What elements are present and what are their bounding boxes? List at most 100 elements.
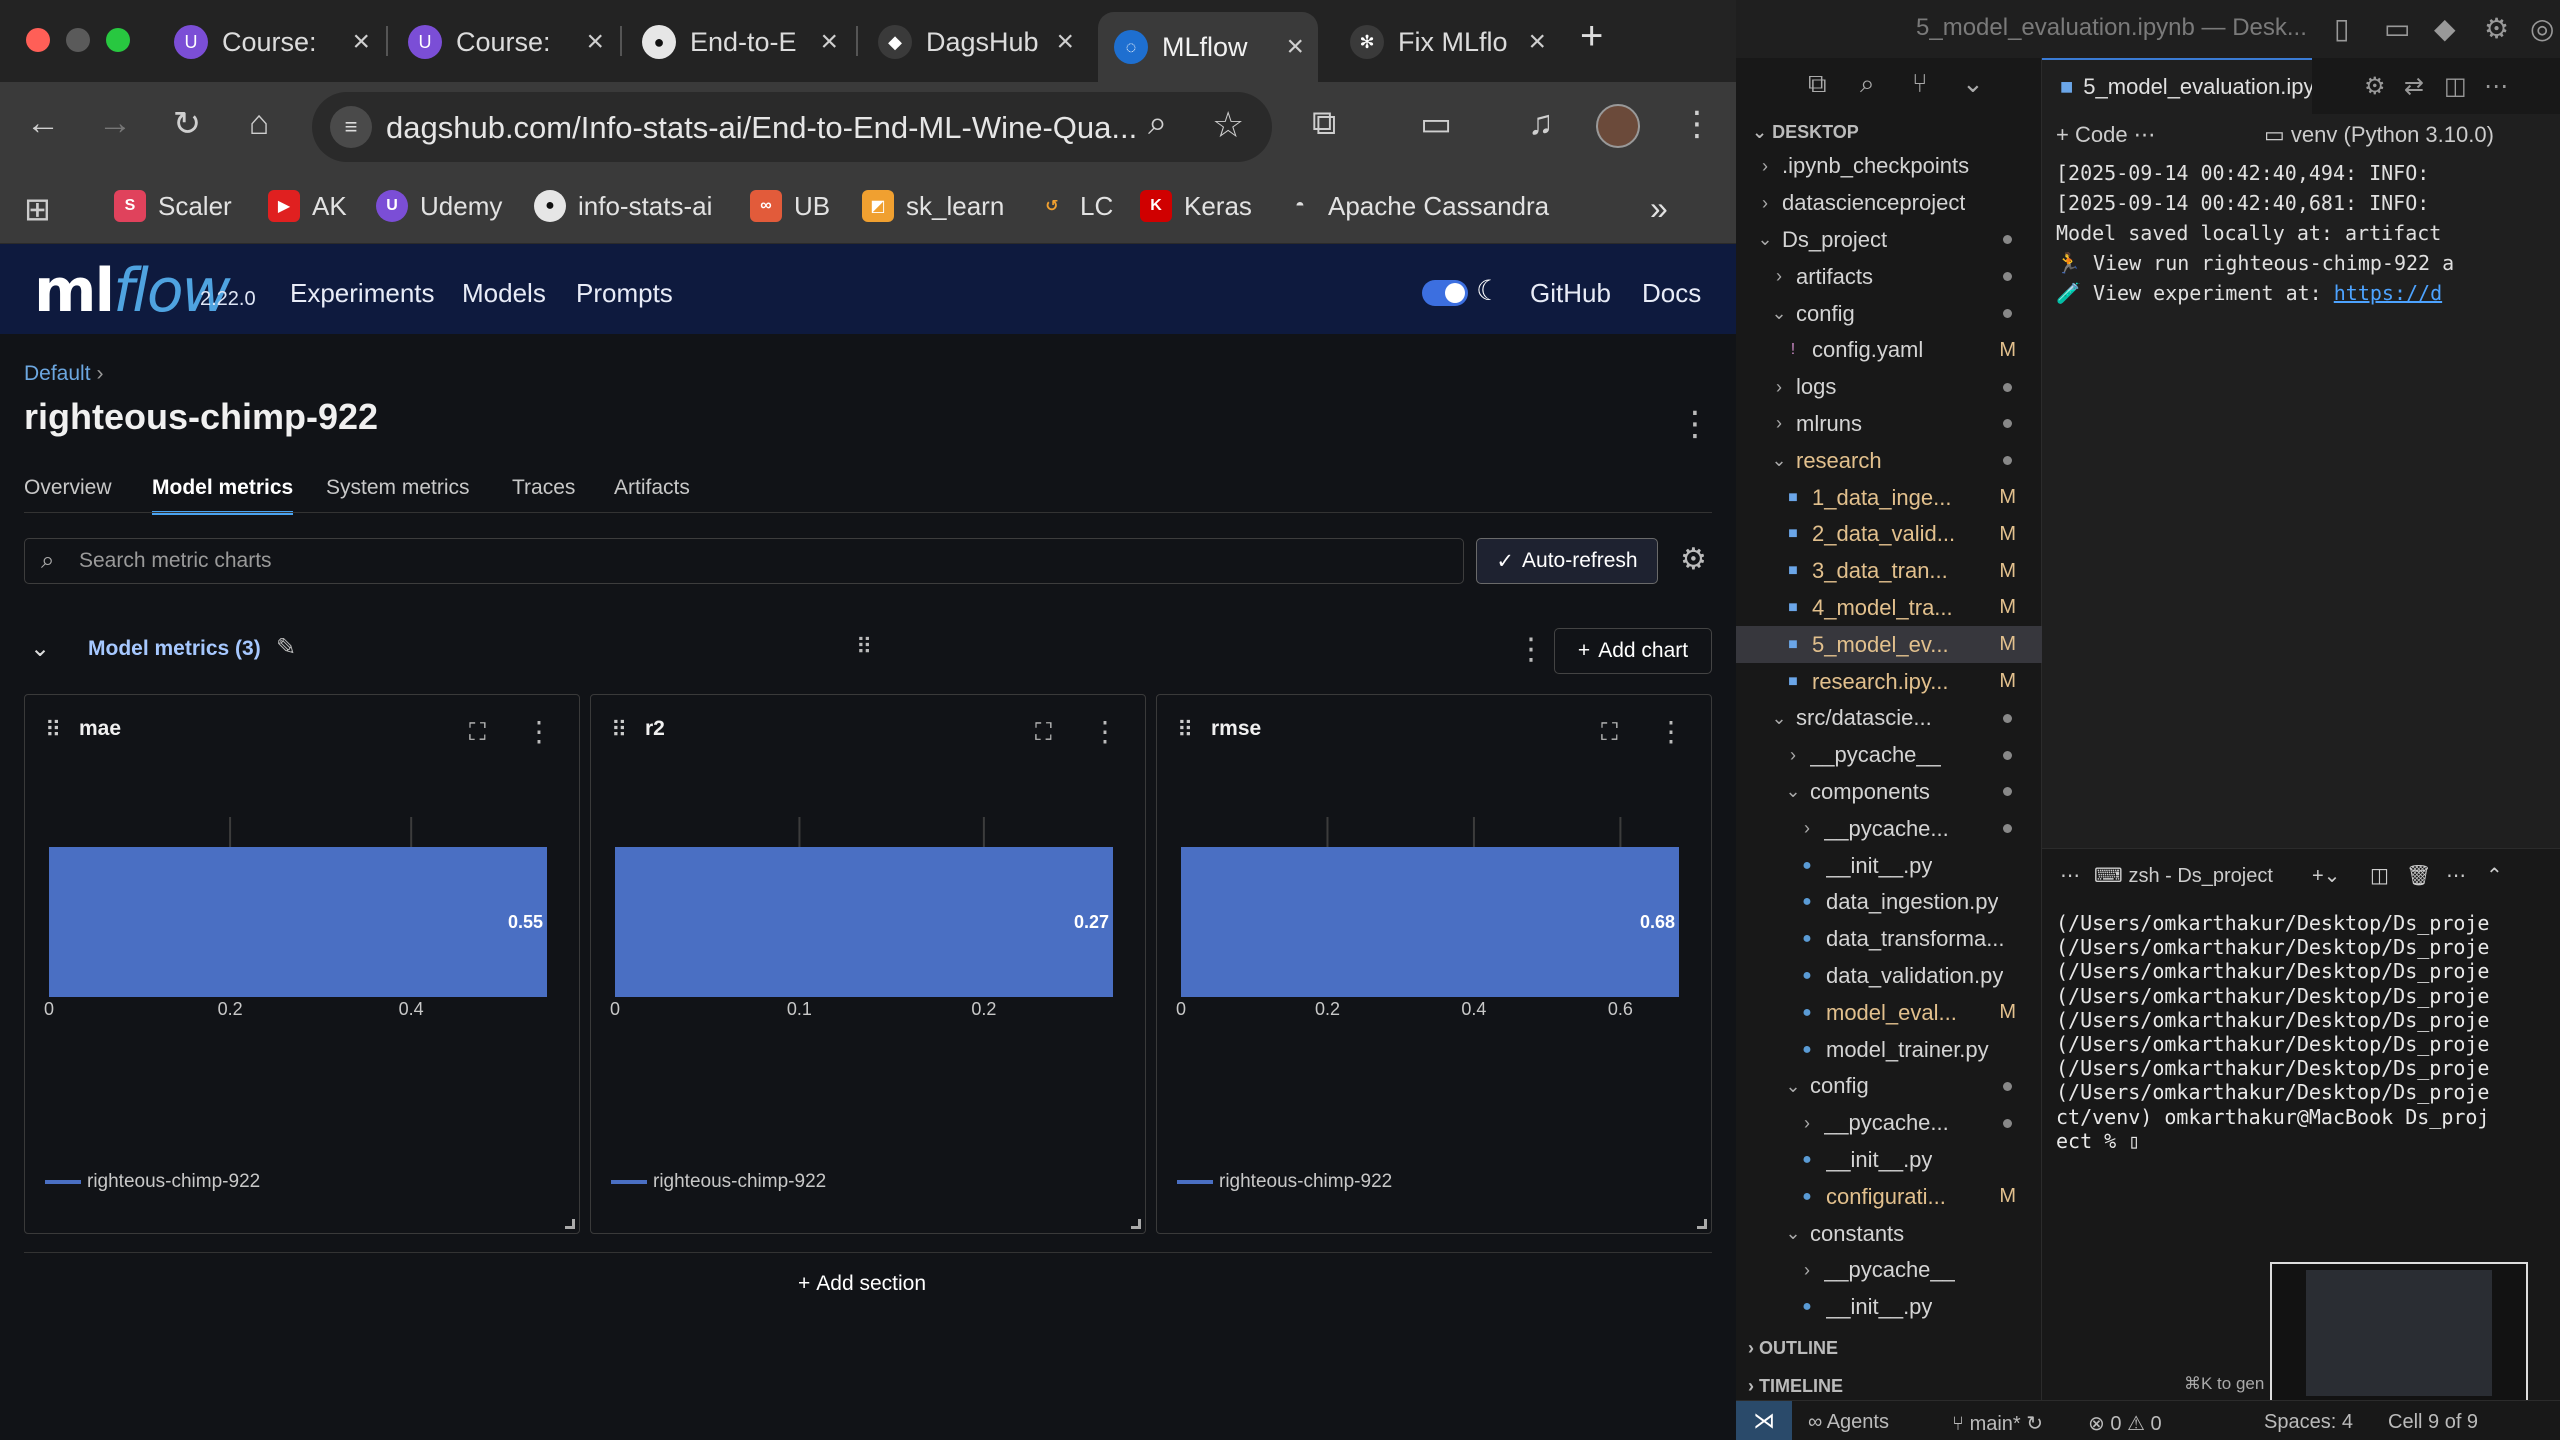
bookmark-ub[interactable]: ∞ UB <box>750 190 830 222</box>
outline-section[interactable]: › OUTLINE <box>1748 1338 1838 1359</box>
browser-tab[interactable]: U Course: × <box>392 12 618 72</box>
tab-overview[interactable]: Overview <box>24 476 112 500</box>
close-tab-icon[interactable]: × <box>820 25 838 59</box>
bookmark-lc[interactable]: ↺ LC <box>1036 190 1113 222</box>
drag-handle-icon[interactable]: ⠿ <box>611 717 627 743</box>
breadcrumb-default[interactable]: Default <box>24 362 91 385</box>
bookmark-keras[interactable]: K Keras <box>1140 190 1252 222</box>
tree-item[interactable]: ⌄ Ds_project <box>1736 222 2042 259</box>
tree-item[interactable]: ■ research.ipy... M <box>1736 663 2042 700</box>
branch-status[interactable]: ⑂ main* ↻ <box>1952 1411 2043 1436</box>
resize-handle-icon[interactable] <box>1131 1219 1141 1229</box>
account-icon[interactable]: ◎ <box>2530 12 2554 45</box>
tree-item[interactable]: › __pycache... <box>1736 1105 2042 1142</box>
problems-status[interactable]: ⊗ 0 ⚠ 0 <box>2088 1411 2162 1436</box>
tree-item[interactable]: ⌄ config <box>1736 1068 2042 1105</box>
browser-tab[interactable]: U Course: × <box>158 12 384 72</box>
tree-item[interactable]: › logs <box>1736 369 2042 406</box>
tree-item[interactable]: ⌄ research <box>1736 442 2042 479</box>
tree-item[interactable]: ● configurati... M <box>1736 1178 2042 1215</box>
forward-button[interactable]: → <box>92 104 138 143</box>
tree-item[interactable]: ● __init__.py <box>1736 1142 2042 1179</box>
chart-menu-icon[interactable]: ⋮ <box>525 715 553 748</box>
tree-item[interactable]: ■ 3_data_tran... M <box>1736 553 2042 590</box>
bookmarks-overflow-icon[interactable]: » <box>1650 190 1668 227</box>
tree-item[interactable]: ■ 4_model_tra... M <box>1736 590 2042 627</box>
address-bar[interactable]: ≡ dagshub.com/Info-stats-ai/End-to-End-M… <box>312 92 1272 162</box>
zoom-icon[interactable]: ⌕ <box>1148 104 1167 143</box>
files-icon[interactable]: ⧉ <box>1808 68 1827 100</box>
more-icon[interactable]: ⋯ <box>2484 72 2508 101</box>
nav-github[interactable]: GitHub <box>1530 278 1611 309</box>
maximize-window-button[interactable] <box>106 28 130 52</box>
close-tab-icon[interactable]: × <box>1286 30 1304 64</box>
url-text[interactable]: dagshub.com/Info-stats-ai/End-to-End-ML-… <box>386 110 1137 146</box>
close-tab-icon[interactable]: × <box>1528 25 1546 59</box>
add-code-cell-button[interactable]: + Code ⋯ <box>2056 122 2156 148</box>
gear-icon[interactable]: ⚙ <box>1680 542 1707 577</box>
tree-item[interactable]: ■ 1_data_inge... M <box>1736 479 2042 516</box>
editor-tab-active[interactable]: ■5_model_evaluation.ipynb <box>2042 58 2312 114</box>
chevron-down-icon[interactable]: ⌄ <box>1962 68 1984 99</box>
compare-icon[interactable]: ⇄ <box>2404 72 2424 101</box>
tree-item[interactable]: ⌄ config <box>1736 295 2042 332</box>
drag-handle-icon[interactable]: ⠿ <box>45 717 61 743</box>
chart-menu-icon[interactable]: ⋮ <box>1091 715 1119 748</box>
browser-tab[interactable]: ◆ DagsHub × <box>862 12 1088 72</box>
tree-item[interactable]: ● __init__.py <box>1736 847 2042 884</box>
terminal-output[interactable]: (/Users/omkarthakur/Desktop/Ds_proje (/Us… <box>2056 911 2546 1153</box>
bookmark-apache-cassandra[interactable]: ◓ Apache Cassandra <box>1284 190 1549 222</box>
back-button[interactable]: ← <box>20 104 66 143</box>
bar[interactable] <box>1181 847 1679 997</box>
tree-item[interactable]: ● data_validation.py <box>1736 958 2042 995</box>
tree-item[interactable]: › mlruns <box>1736 406 2042 443</box>
reload-button[interactable]: ↻ <box>164 104 210 144</box>
drag-handle-icon[interactable]: ⠿ <box>1177 717 1193 743</box>
experiment-link[interactable]: https://d <box>2334 281 2442 305</box>
tree-item[interactable]: › __pycache__ <box>1736 737 2042 774</box>
tree-item[interactable]: › __pycache... <box>1736 810 2042 847</box>
toggle-panel-icon[interactable]: ▭ <box>2384 12 2410 45</box>
close-tab-icon[interactable]: × <box>352 25 370 59</box>
kernel-picker[interactable]: ▭ venv (Python 3.10.0) <box>2264 122 2494 148</box>
close-window-button[interactable] <box>26 28 50 52</box>
chevron-down-icon[interactable]: ⌄ <box>30 634 50 663</box>
tree-item[interactable]: ■ 2_data_valid... M <box>1736 516 2042 553</box>
terminal-tab[interactable]: ⌨ zsh - Ds_project <box>2094 863 2273 888</box>
bookmark-ak[interactable]: ▶ AK <box>268 190 347 222</box>
new-terminal-icon[interactable]: +⌄ <box>2312 863 2340 888</box>
section-menu-icon[interactable]: ⋮ <box>1516 632 1546 667</box>
nav-prompts[interactable]: Prompts <box>576 278 673 309</box>
resize-handle-icon[interactable] <box>565 1219 575 1229</box>
run-menu-icon[interactable]: ⋮ <box>1678 404 1712 444</box>
trash-icon[interactable]: 🗑 <box>2406 863 2431 888</box>
pencil-icon[interactable]: ✎ <box>276 633 296 662</box>
browser-menu-icon[interactable]: ⋮ <box>1680 104 1714 144</box>
theme-toggle[interactable] <box>1422 280 1468 306</box>
browser-tab[interactable]: ✻ Fix MLflo × <box>1334 12 1560 72</box>
add-section-button[interactable]: + Add section <box>798 1272 926 1296</box>
tree-item[interactable]: ● data_transforma... <box>1736 921 2042 958</box>
cast-icon[interactable]: ▭ <box>1420 104 1452 144</box>
gear-icon[interactable]: ⚙ <box>2364 72 2386 101</box>
tree-item[interactable]: › datascienceproject <box>1736 185 2042 222</box>
home-button[interactable]: ⌂ <box>236 104 282 143</box>
chevron-up-icon[interactable]: ⌃ <box>2486 863 2503 888</box>
cell-status[interactable]: Cell 9 of 9 <box>2388 1411 2478 1434</box>
indent-status[interactable]: Spaces: 4 <box>2264 1411 2353 1434</box>
tree-item[interactable]: ! config.yaml M <box>1736 332 2042 369</box>
tree-item[interactable]: › .ipynb_checkpoints <box>1736 148 2042 185</box>
apps-grid-icon[interactable]: ⊞ <box>24 190 51 228</box>
split-editor-icon[interactable]: ◫ <box>2444 72 2467 101</box>
chart-menu-icon[interactable]: ⋮ <box>1657 715 1685 748</box>
profile-avatar[interactable] <box>1596 104 1640 148</box>
bar[interactable] <box>49 847 547 997</box>
tree-item[interactable]: ● __init__.py <box>1736 1289 2042 1326</box>
more-icon[interactable]: ⋯ <box>2060 863 2080 888</box>
browser-tab-active[interactable]: ◌ MLflow × <box>1098 12 1318 82</box>
auto-refresh-button[interactable]: ✓ Auto-refresh <box>1476 538 1658 584</box>
expand-icon[interactable]: ⛶ <box>1035 719 1052 747</box>
nav-models[interactable]: Models <box>462 278 546 309</box>
tree-item[interactable]: › __pycache__ <box>1736 1252 2042 1289</box>
tree-item[interactable]: ● model_trainer.py <box>1736 1031 2042 1068</box>
